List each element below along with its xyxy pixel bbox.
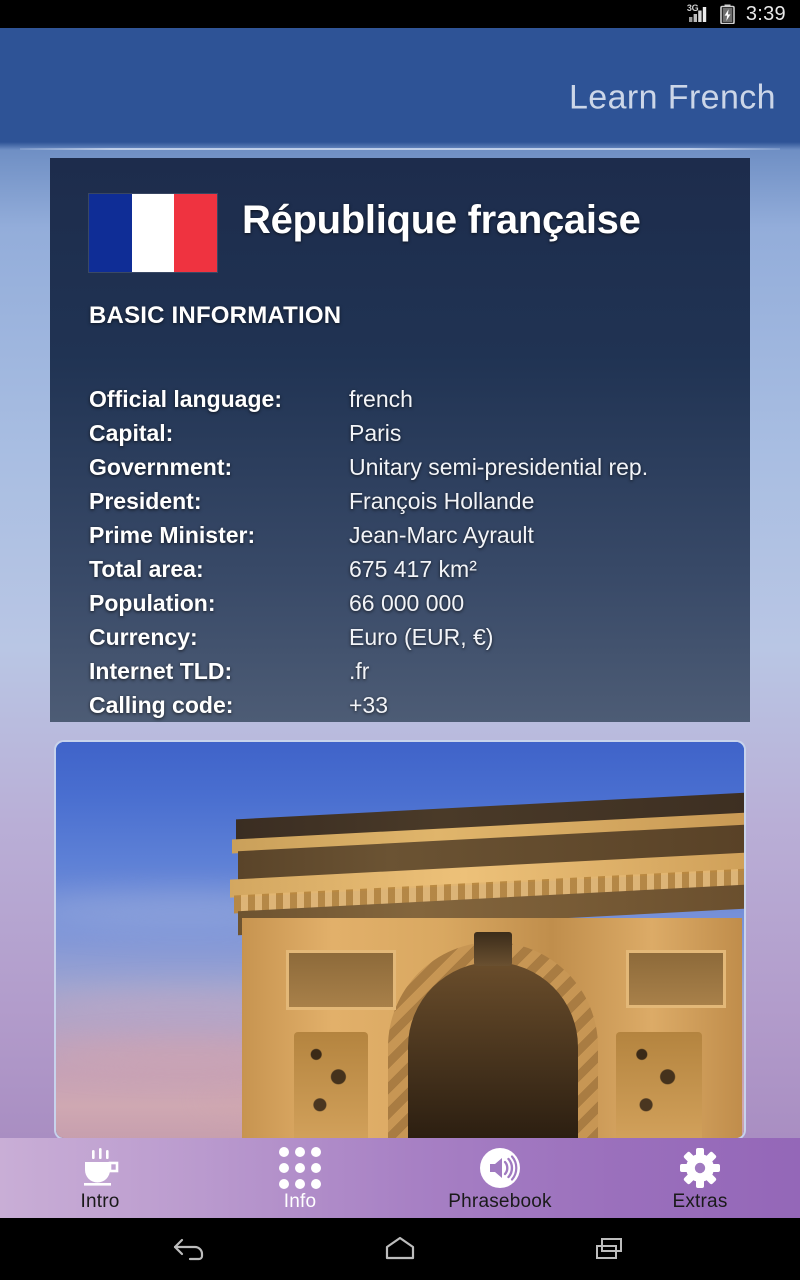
flag-band-blue [89,194,132,272]
coffee-cup-icon [77,1146,123,1190]
fact-value: Jean-Marc Ayrault [349,522,534,548]
tab-label-extras: Extras [672,1191,728,1212]
tab-phrasebook[interactable]: Phrasebook [400,1138,600,1218]
flag-band-white [131,194,175,272]
fact-value: french [349,386,413,412]
fact-label: Capital: [89,420,174,446]
signal-3g-icon: 3G [687,3,711,24]
fact-value: .fr [349,658,370,684]
fact-value: 675 417 km² [349,556,477,582]
arc-sculpture-right [616,1032,702,1138]
recent-apps-icon[interactable] [580,1225,640,1273]
page-content: Learn French République française BASIC … [0,28,800,1138]
arc-relief-panel-right [626,950,726,1008]
fact-label: Population: [89,590,216,616]
french-flag-icon [89,194,217,272]
tab-label-intro: Intro [80,1191,120,1212]
bottom-tab-bar: Intro Info Phrasebook Extras [0,1138,800,1218]
arc-relief-panel-left [286,950,396,1010]
device-screen: 3G 3:39 Learn French République français… [0,0,800,1280]
fact-value: Unitary semi-presidential rep. [349,454,649,480]
fact-label: President: [89,488,202,514]
fact-label: Calling code: [89,692,234,718]
back-arrow-icon[interactable] [160,1225,220,1273]
fact-label: Prime Minister: [89,522,256,548]
grid-dots-icon [279,1146,321,1190]
fact-row: Government: Unitary semi-presidential re… [89,454,729,488]
fact-label: Total area: [89,556,204,582]
fact-row: Capital: Paris [89,420,729,454]
fact-value: 66 000 000 [349,590,465,616]
arc-archway-void [408,962,578,1138]
fact-value: Paris [349,420,402,446]
tab-label-info: Info [283,1191,317,1212]
country-info-card: République française BASIC INFORMATION O… [50,158,750,722]
fact-row: President: François Hollande [89,488,729,522]
section-heading: BASIC INFORMATION [89,302,342,329]
status-bar-clock: 3:39 [745,2,786,25]
fact-row: Total area: 675 417 km² [89,556,729,590]
country-name-title: République française [242,198,641,242]
app-header: Learn French [0,28,800,148]
fact-row: Currency: Euro (EUR, €) [89,624,729,658]
fact-value: Euro (EUR, €) [349,624,494,650]
fact-value: +33 [349,692,389,718]
landmark-photo-card[interactable] [54,740,746,1138]
home-icon[interactable] [370,1225,430,1273]
fact-label: Currency: [89,624,198,650]
arc-sculpture-left [294,1032,368,1138]
fact-label: Internet TLD: [89,658,233,684]
android-navigation-bar [0,1218,800,1280]
battery-charging-icon [720,4,735,25]
tab-label-phrasebook: Phrasebook [448,1191,552,1212]
arc-de-triomphe-photo [56,742,744,1138]
flag-band-red [174,194,217,272]
page-title: Learn French [568,78,776,117]
fact-row: Prime Minister: Jean-Marc Ayrault [89,522,729,556]
tab-extras[interactable]: Extras [600,1138,800,1218]
fact-row: Official language: french [89,386,729,420]
arc-keystone [474,932,512,966]
speaker-volume-icon [479,1146,521,1190]
fact-row: Calling code: +33 [89,692,729,726]
fact-label: Official language: [89,386,282,412]
facts-list: Official language: french Capital: Paris… [89,386,729,726]
arc-monument [186,782,744,1138]
fact-row: Internet TLD: .fr [89,658,729,692]
status-bar: 3G 3:39 [0,0,800,28]
header-divider [20,148,780,150]
tab-intro[interactable]: Intro [0,1138,200,1218]
fact-value: François Hollande [349,488,535,514]
status-icons: 3G 3:39 [687,3,786,26]
gear-icon [679,1146,721,1190]
tab-info[interactable]: Info [200,1138,400,1218]
fact-label: Government: [89,454,233,480]
fact-row: Population: 66 000 000 [89,590,729,624]
